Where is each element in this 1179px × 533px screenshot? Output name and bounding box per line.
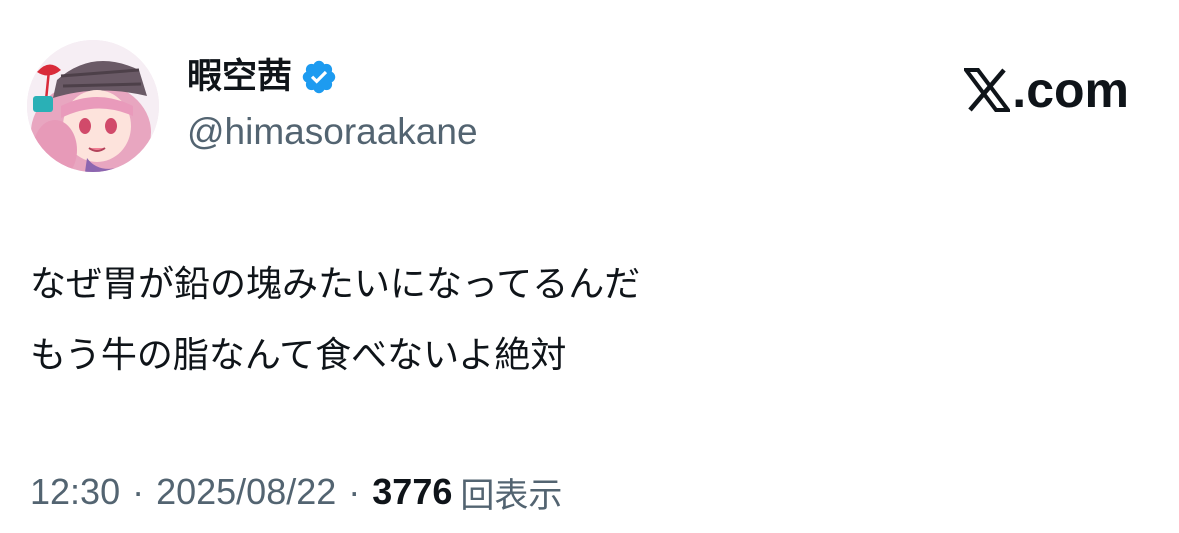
author-avatar[interactable]: [27, 40, 159, 172]
tweet-time[interactable]: 12:30: [30, 471, 120, 513]
tweet-meta: 12:30 · 2025/08/22 · 3776 回表示: [30, 468, 562, 516]
meta-separator: ·: [132, 471, 145, 512]
author-name-row[interactable]: 暇空茜: [187, 54, 338, 100]
verified-badge-icon: [302, 60, 336, 94]
views-label: 回表示: [460, 475, 563, 516]
tweet-text-line-2: もう牛の脂なんて食べないよ絶対: [30, 335, 567, 376]
meta-separator: ·: [348, 471, 361, 512]
tweet-text: なぜ胃が鉛の塊みたいになってるんだ もう牛の脂なんて食べないよ絶対: [30, 249, 640, 391]
brand-domain-text: .com: [1012, 62, 1129, 118]
author-display-name[interactable]: 暇空茜: [187, 54, 292, 100]
author-handle[interactable]: @himasoraakane: [187, 110, 478, 154]
views-count: 3776: [372, 471, 453, 512]
x-com-brand: .com: [964, 62, 1129, 118]
x-logo-icon: [964, 68, 1011, 112]
tweet-date[interactable]: 2025/08/22: [156, 471, 336, 513]
tweet-text-line-1: なぜ胃が鉛の塊みたいになってるんだ: [30, 264, 641, 305]
